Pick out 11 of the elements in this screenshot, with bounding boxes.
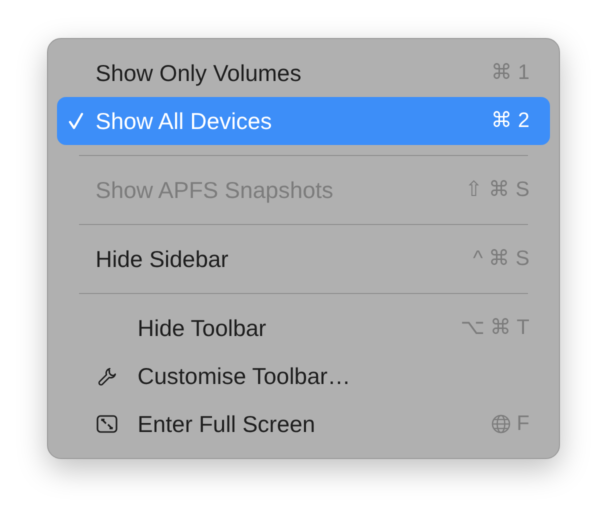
fullscreen-icon xyxy=(96,414,118,434)
menu-item-label: Show Only Volumes xyxy=(96,58,302,88)
menu-item[interactable]: Customise Toolbar… xyxy=(56,352,550,400)
menu-item-label: Hide Toolbar xyxy=(138,314,266,343)
menu-item-label: Show All Devices xyxy=(96,106,272,136)
menu-item-label: Hide Sidebar xyxy=(96,244,228,274)
shortcut-label: ⌘ 2 xyxy=(490,108,530,134)
menu-item-label: Customise Toolbar… xyxy=(138,362,351,391)
menu-item-label: Enter Full Screen xyxy=(138,410,316,439)
globe-icon xyxy=(490,414,511,434)
wrench-icon xyxy=(96,365,118,387)
